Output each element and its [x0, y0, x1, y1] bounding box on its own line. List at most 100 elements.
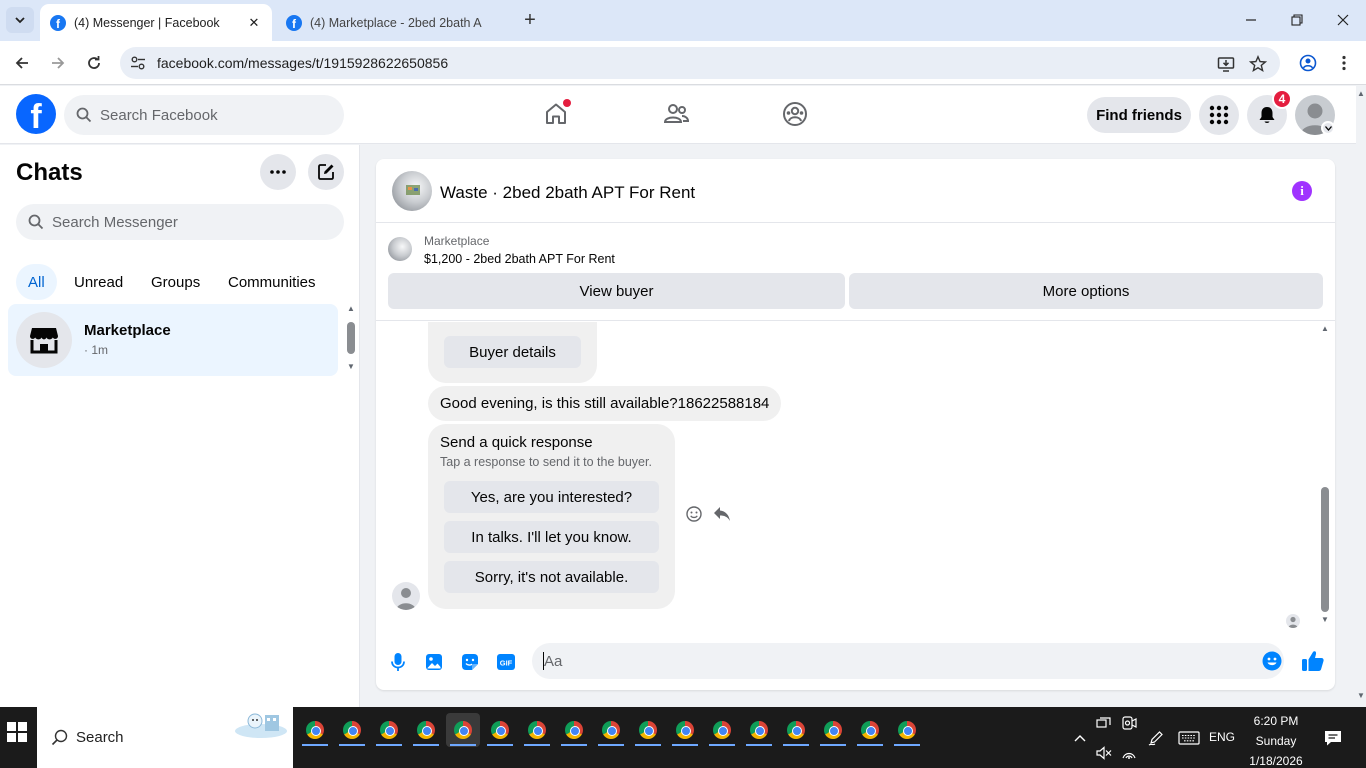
sender-avatar[interactable]: [392, 582, 420, 610]
taskbar-chrome-14[interactable]: [779, 713, 813, 747]
taskbar-chrome-2[interactable]: [335, 713, 369, 747]
profile-button[interactable]: [1295, 50, 1321, 76]
quick-response-yes[interactable]: Yes, are you interested?: [444, 481, 659, 513]
quick-response-not-available[interactable]: Sorry, it's not available.: [444, 561, 659, 593]
thread-scroll-thumb[interactable]: [1321, 487, 1329, 612]
react-button[interactable]: [685, 505, 703, 523]
taskbar-chrome-8[interactable]: [557, 713, 591, 747]
tab-messenger[interactable]: f (4) Messenger | Facebook ✕: [40, 4, 272, 41]
reload-button[interactable]: [81, 50, 107, 76]
filter-unread[interactable]: Unread: [62, 264, 135, 300]
filter-communities[interactable]: Communities: [216, 264, 328, 300]
conversation-info-button[interactable]: i: [1292, 181, 1312, 201]
find-friends-button[interactable]: Find friends: [1087, 97, 1191, 133]
taskbar-chrome-16[interactable]: [853, 713, 887, 747]
friends-nav-button[interactable]: [662, 100, 690, 128]
close-window-button[interactable]: [1331, 8, 1355, 32]
forward-button[interactable]: [45, 50, 71, 76]
tab-marketplace[interactable]: f (4) Marketplace - 2bed 2bath A: [276, 4, 512, 41]
volume-muted-icon[interactable]: [1095, 744, 1113, 762]
taskbar-chrome-10[interactable]: [631, 713, 665, 747]
filter-groups[interactable]: Groups: [139, 264, 212, 300]
browser-menu-button[interactable]: [1331, 50, 1357, 76]
taskbar-chrome-11[interactable]: [668, 713, 702, 747]
page-scrollbar[interactable]: ▲ ▼: [1356, 86, 1366, 707]
listing-title[interactable]: $1,200 - 2bed 2bath APT For Rent: [424, 252, 615, 266]
address-bar[interactable]: facebook.com/messages/t/1915928622650856: [120, 47, 1280, 79]
site-settings-icon[interactable]: [130, 55, 146, 71]
facebook-search[interactable]: [64, 95, 344, 135]
messenger-search-input[interactable]: [52, 204, 332, 240]
tray-network-device-icon[interactable]: [1095, 714, 1113, 732]
chevron-down-icon: [15, 17, 25, 24]
taskbar-chrome-9[interactable]: [594, 713, 628, 747]
new-message-button[interactable]: [308, 154, 344, 190]
back-button[interactable]: [9, 50, 35, 76]
attach-photo-button[interactable]: [423, 651, 445, 673]
chats-options-button[interactable]: [260, 154, 296, 190]
taskbar-chrome-6[interactable]: [483, 713, 517, 747]
scroll-up-arrow-icon[interactable]: ▲: [1357, 89, 1365, 98]
tray-camera-icon[interactable]: [1120, 714, 1138, 732]
restore-button[interactable]: [1285, 8, 1309, 32]
taskbar-clock[interactable]: 6:20 PM Sunday 1/18/2026: [1240, 711, 1312, 768]
listing-thumbnail[interactable]: [388, 237, 412, 261]
view-buyer-button[interactable]: View buyer: [388, 273, 845, 309]
chats-scrollbar[interactable]: ▲ ▼: [345, 304, 357, 374]
input-language-indicator[interactable]: ENG: [1209, 730, 1235, 744]
taskbar-search[interactable]: Search: [37, 707, 293, 768]
chats-scroll-thumb[interactable]: [347, 322, 355, 354]
thumbs-up-icon[interactable]: [1301, 649, 1325, 673]
quick-response-in-talks[interactable]: In talks. I'll let you know.: [444, 521, 659, 553]
taskbar-chrome-3[interactable]: [372, 713, 406, 747]
filter-all[interactable]: All: [16, 264, 57, 300]
scroll-up-arrow-icon[interactable]: ▲: [1321, 324, 1329, 333]
menu-button[interactable]: [1199, 95, 1239, 135]
chrome-icon: [306, 721, 324, 739]
gif-button[interactable]: GIF: [495, 651, 517, 673]
scroll-down-arrow-icon[interactable]: ▼: [1357, 691, 1365, 700]
taskbar-chrome-12[interactable]: [705, 713, 739, 747]
conversation-avatar[interactable]: [392, 171, 432, 211]
messenger-search[interactable]: [16, 204, 344, 240]
reply-button[interactable]: [713, 505, 731, 523]
pen-icon[interactable]: [1147, 729, 1165, 747]
message-input[interactable]: [544, 643, 1244, 679]
taskbar-chrome-17[interactable]: [890, 713, 924, 747]
show-hidden-icons-button[interactable]: [1071, 729, 1089, 747]
keyboard-icon[interactable]: [1178, 729, 1200, 747]
more-options-button[interactable]: More options: [849, 273, 1323, 309]
message-input-box[interactable]: [532, 643, 1284, 679]
install-app-button[interactable]: [1216, 54, 1236, 74]
marketplace-listing-bar: Marketplace $1,200 - 2bed 2bath APT For …: [376, 223, 1335, 321]
notification-center-button[interactable]: [1323, 729, 1343, 747]
facebook-search-input[interactable]: [100, 95, 330, 135]
wifi-icon[interactable]: [1120, 744, 1138, 762]
scroll-down-arrow-icon[interactable]: ▼: [1321, 615, 1329, 624]
scroll-down-arrow-icon[interactable]: ▼: [347, 362, 355, 371]
taskbar-chrome-1[interactable]: [298, 713, 332, 747]
taskbar-chrome-15[interactable]: [816, 713, 850, 747]
minimize-button[interactable]: [1239, 8, 1263, 32]
taskbar-chrome-13[interactable]: [742, 713, 776, 747]
buyer-details-button[interactable]: Buyer details: [444, 336, 581, 368]
facebook-logo-icon[interactable]: f: [16, 94, 56, 134]
sticker-button[interactable]: [459, 651, 481, 673]
chevron-down-icon[interactable]: [1321, 121, 1335, 135]
bookmark-button[interactable]: [1248, 54, 1268, 74]
tab-search-button[interactable]: [6, 7, 34, 33]
chat-list-item[interactable]: Marketplace · 1m: [8, 304, 338, 376]
close-icon: [1337, 14, 1349, 26]
taskbar-chrome-4[interactable]: [409, 713, 443, 747]
default-avatar-icon: [396, 588, 416, 610]
emoji-icon[interactable]: [1262, 651, 1282, 671]
taskbar-chrome-5[interactable]: [446, 713, 480, 747]
voice-clip-button[interactable]: [387, 651, 409, 673]
close-icon[interactable]: ✕: [246, 15, 262, 31]
groups-nav-button[interactable]: [781, 100, 809, 128]
scroll-up-arrow-icon[interactable]: ▲: [347, 304, 355, 313]
windows-start-icon[interactable]: [6, 721, 28, 743]
new-tab-button[interactable]: +: [519, 9, 541, 31]
chrome-icon: [565, 721, 583, 739]
taskbar-chrome-7[interactable]: [520, 713, 554, 747]
